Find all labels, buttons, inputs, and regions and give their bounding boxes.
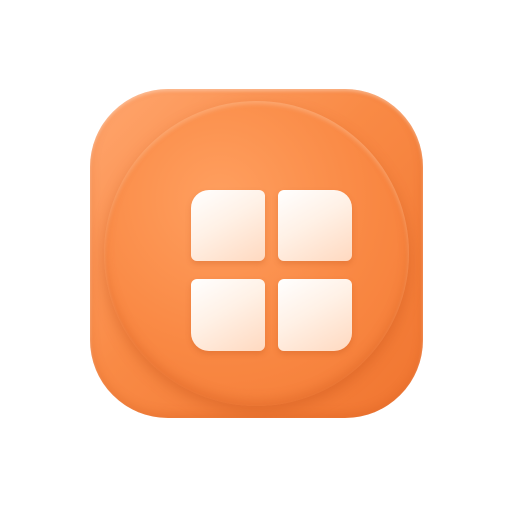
grid-tile-bottom-left bbox=[191, 279, 265, 351]
icon-disc bbox=[104, 101, 409, 406]
grid-tile-bottom-right bbox=[278, 279, 352, 351]
canvas bbox=[0, 0, 512, 512]
grid-tile-top-right bbox=[278, 190, 352, 261]
grid-tile-top-left bbox=[191, 190, 265, 261]
app-icon[interactable] bbox=[90, 89, 423, 418]
four-tile-grid-icon bbox=[191, 190, 356, 351]
